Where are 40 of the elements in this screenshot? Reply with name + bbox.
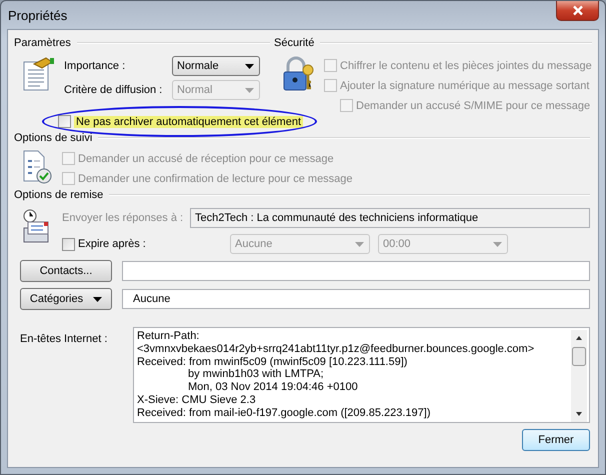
window-title: Propriétés <box>8 8 68 23</box>
caret-icon <box>245 64 254 68</box>
checkbox[interactable] <box>58 115 71 128</box>
field-label: Importance : <box>64 60 126 72</box>
categories-field[interactable]: Aucune <box>122 289 590 309</box>
caret-icon <box>493 242 502 246</box>
reply-to-field[interactable]: Tech2Tech : La communauté des techniciens informatique <box>190 208 590 228</box>
close-button[interactable]: Fermer <box>522 429 590 451</box>
checkbox-label: Demander une confirmation de lecture pour ce message <box>78 172 353 184</box>
header-line: by mwinb1h03 with LMTPA; <box>187 368 324 382</box>
checkbox-label: Demander un accusé S/MIME pour ce message <box>356 100 590 112</box>
close-button[interactable] <box>556 1 599 21</box>
checkbox-label: Demander un accusé de réception pour ce message <box>78 152 334 164</box>
checkbox-label: Ajouter la signature numérique au message sortant <box>340 80 590 92</box>
checkbox-label: Chiffrer le contenu et les pièces jointes du message <box>340 60 592 72</box>
header-line: Received: from mwinf5c09 (mwinf5c09 [10.223.111.59]) <box>137 356 408 368</box>
field-label: Critère de diffusion : <box>64 84 164 96</box>
checkbox[interactable] <box>62 238 75 250</box>
contacts-button[interactable]: Contacts... <box>20 260 112 282</box>
group-heading: Sécurité <box>274 37 314 49</box>
group-heading: Options de suivi <box>14 132 92 144</box>
caret-icon <box>93 296 102 302</box>
headers-text-area[interactable] <box>133 327 590 423</box>
categories-button[interactable]: Catégories <box>20 288 112 310</box>
field-label: En-têtes Internet : <box>20 333 108 347</box>
caret-icon <box>355 242 364 246</box>
group-heading: Paramètres <box>14 37 71 49</box>
header-line: Received: from mail-ie0-f197.google.com ([209.85.223.197]) <box>137 406 430 420</box>
dropdown[interactable]: Normale <box>172 56 260 76</box>
caret-icon <box>245 88 254 92</box>
close-icon <box>572 5 584 16</box>
header-line: <3vmnxvbekaes014r2yb+srrq241abt11tyr.p1z@feedburner.bounces.google.com> <box>137 342 534 356</box>
header-line: Mon, 03 Nov 2014 19:04:46 +0100 <box>187 381 358 394</box>
contacts-field[interactable] <box>122 261 590 281</box>
group-heading: Options de remise <box>14 189 104 201</box>
checkbox-label: Expire après : <box>78 238 146 250</box>
header-line: Return-Path: <box>137 330 200 343</box>
checkbox-label: Ne pas archiver automatiquement cet élément <box>74 116 304 128</box>
header-line: X-Sieve: CMU Sieve 2.3 <box>137 394 256 407</box>
field-label: Envoyer les réponses à : <box>62 212 184 224</box>
